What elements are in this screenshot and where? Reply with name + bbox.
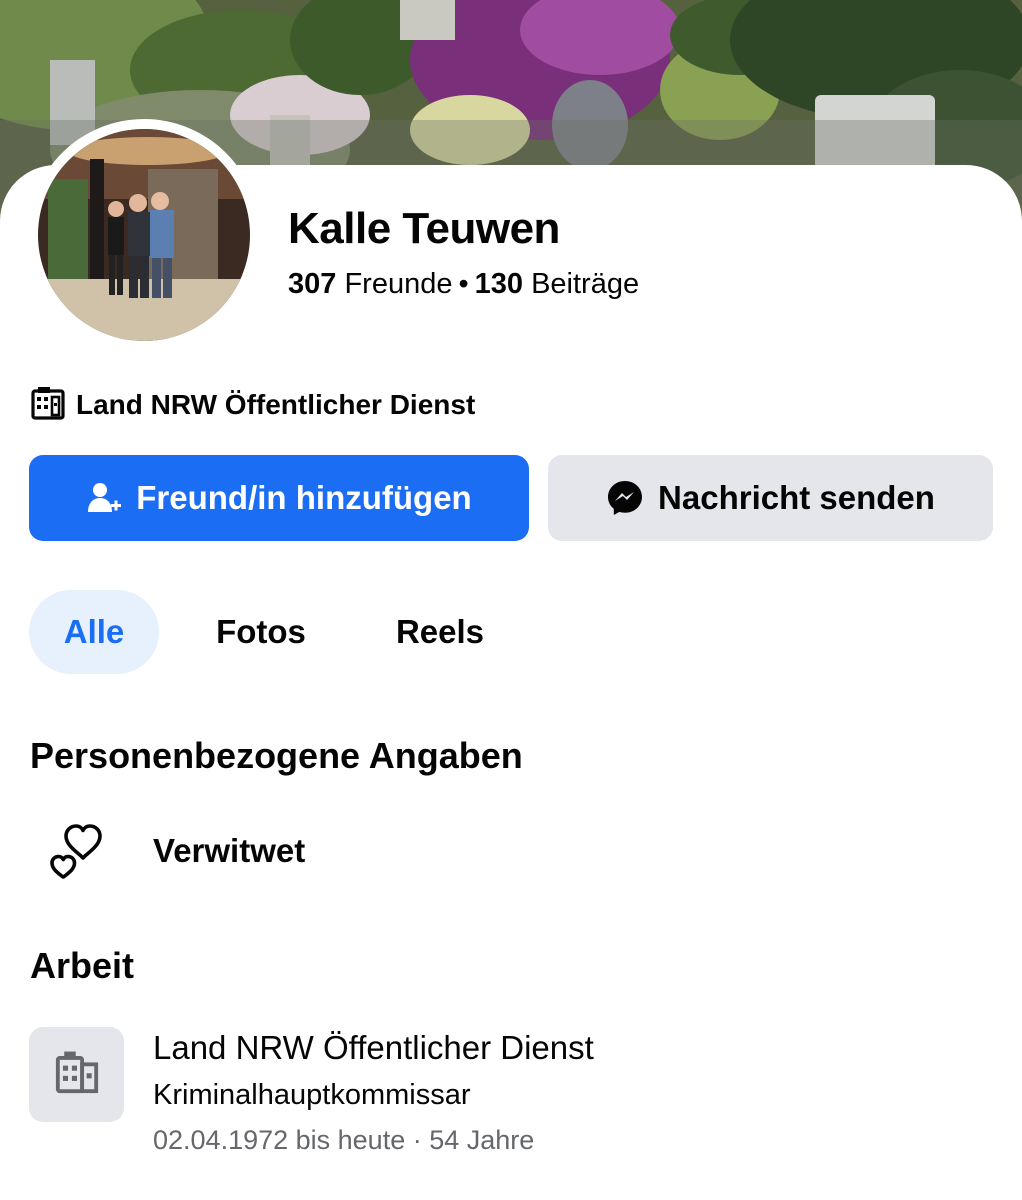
add-friend-label: Freund/in hinzufügen bbox=[136, 479, 472, 516]
building-icon bbox=[54, 1049, 100, 1100]
personal-info-heading: Personenbezogene Angaben bbox=[30, 735, 523, 776]
add-person-icon bbox=[86, 480, 122, 516]
stats-separator: • bbox=[458, 268, 469, 300]
posts-count: 130 bbox=[474, 268, 524, 300]
relationship-status: Verwitwet bbox=[153, 832, 306, 869]
posts-label: Beiträge bbox=[531, 268, 640, 300]
work-company[interactable]: Land NRW Öffentlicher Dienst bbox=[153, 1027, 594, 1069]
send-message-button[interactable]: Nachricht senden bbox=[548, 455, 993, 541]
hearts-icon bbox=[44, 822, 110, 882]
work-period: 02.04.1972 bis heute · 54 Jahre bbox=[153, 1125, 535, 1155]
profile-name: Kalle Teuwen bbox=[288, 204, 560, 253]
workplace-text: Land NRW Öffentlicher Dienst bbox=[76, 389, 476, 420]
tab-reels[interactable]: Reels bbox=[370, 590, 510, 674]
profile-avatar[interactable] bbox=[28, 119, 260, 351]
messenger-icon bbox=[606, 479, 644, 517]
profile-page: Kalle Teuwen 307 Freunde • 130 Beiträge La… bbox=[0, 0, 1022, 1200]
work-logo[interactable] bbox=[29, 1027, 124, 1122]
friends-count[interactable]: 307 bbox=[288, 268, 336, 300]
building-icon bbox=[30, 385, 66, 426]
work-position: Kriminalhauptkommissar bbox=[153, 1079, 471, 1111]
work-heading: Arbeit bbox=[30, 945, 135, 986]
send-message-label: Nachricht senden bbox=[658, 479, 935, 516]
add-friend-button[interactable]: Freund/in hinzufügen bbox=[29, 455, 529, 541]
profile-workplace[interactable]: Land NRW Öffentlicher Dienst bbox=[30, 385, 475, 425]
tab-all[interactable]: Alle bbox=[29, 590, 159, 674]
tab-photos[interactable]: Fotos bbox=[182, 590, 340, 674]
profile-stats: 307 Freunde • 130 Beiträge bbox=[288, 266, 639, 302]
friends-label[interactable]: Freunde bbox=[344, 268, 452, 300]
